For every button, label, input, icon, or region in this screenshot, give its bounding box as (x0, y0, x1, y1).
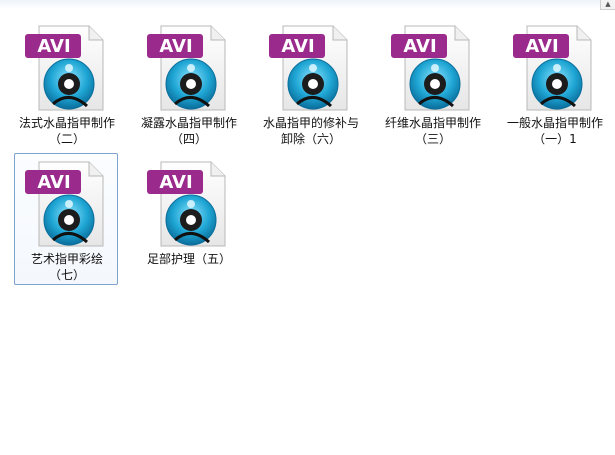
file-item[interactable]: AVI 一般水晶指甲制作（一）1 (502, 17, 606, 149)
avi-badge-text: AVI (403, 36, 437, 57)
file-item[interactable]: AVI 纤维水晶指甲制作（三） (380, 17, 484, 149)
avi-badge-text: AVI (159, 172, 193, 193)
top-edge (0, 0, 615, 9)
avi-badge-text: AVI (37, 172, 71, 193)
file-name: 一般水晶指甲制作（一）1 (507, 116, 604, 146)
file-list-pane: AVI 法式水晶指甲制作（二） AVI 凝露水晶指甲制作（四） AVI 水晶指甲… (0, 9, 615, 455)
avi-badge-text: AVI (159, 36, 193, 57)
file-name: 法式水晶指甲制作（二） (19, 116, 116, 146)
file-item-selected[interactable]: AVI 艺术指甲彩绘（七） (14, 153, 118, 285)
avi-badge-text: AVI (37, 36, 71, 57)
avi-badge-text: AVI (525, 36, 559, 57)
file-name: 纤维水晶指甲制作（三） (385, 116, 482, 146)
file-item[interactable]: AVI 足部护理（五） (136, 153, 240, 285)
file-item[interactable]: AVI 水晶指甲的修补与卸除（六） (258, 17, 362, 149)
avi-badge-text: AVI (281, 36, 315, 57)
file-name: 足部护理（五） (146, 252, 231, 266)
file-item[interactable]: AVI 凝露水晶指甲制作（四） (136, 17, 240, 149)
file-name: 凝露水晶指甲制作（四） (141, 116, 238, 146)
file-item[interactable]: AVI 法式水晶指甲制作（二） (14, 17, 118, 149)
file-name: 艺术指甲彩绘（七） (30, 252, 103, 282)
file-name: 水晶指甲的修补与卸除（六） (263, 116, 360, 146)
